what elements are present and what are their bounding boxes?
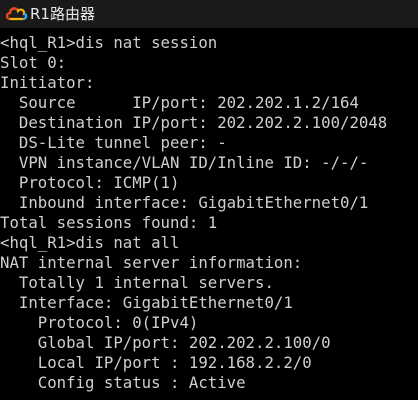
terminal-line: VPN instance/VLAN ID/Inline ID: -/-/- xyxy=(0,153,369,172)
cloud-icon xyxy=(4,4,28,24)
terminal-line: Local IP/port : 192.168.2.2/0 xyxy=(0,353,312,372)
terminal-line: Interface: GigabitEthernet0/1 xyxy=(0,293,293,312)
window-title: R1路由器 xyxy=(30,5,95,23)
terminal-line: Protocol: 0(IPv4) xyxy=(0,313,199,332)
terminal-line: <hql_R1>dis nat session xyxy=(0,33,218,52)
terminal-line: Destination IP/port: 202.202.2.100/2048 xyxy=(0,113,388,132)
terminal-line: Protocol: ICMP(1) xyxy=(0,173,180,192)
terminal-line: Inbound interface: GigabitEthernet0/1 xyxy=(0,193,369,212)
terminal-line: Config status : Active xyxy=(0,373,246,392)
terminal-line: Source IP/port: 202.202.1.2/164 xyxy=(0,93,359,112)
terminal-line: NAT internal server information: xyxy=(0,253,303,272)
window-titlebar[interactable]: R1路由器 xyxy=(0,0,418,28)
terminal-line: Global IP/port: 202.202.2.100/0 xyxy=(0,333,331,352)
terminal-line: <hql_R1>dis nat all xyxy=(0,233,180,252)
terminal-line: Slot 0: xyxy=(0,53,67,72)
terminal-output[interactable]: <hql_R1>dis nat session Slot 0: Initiator:… xyxy=(0,33,418,400)
terminal-line: Totally 1 internal servers. xyxy=(0,273,274,292)
terminal-line: Initiator: xyxy=(0,73,95,92)
terminal-line: Total sessions found: 1 xyxy=(0,213,218,232)
terminal-line: DS-Lite tunnel peer: - xyxy=(0,133,227,152)
